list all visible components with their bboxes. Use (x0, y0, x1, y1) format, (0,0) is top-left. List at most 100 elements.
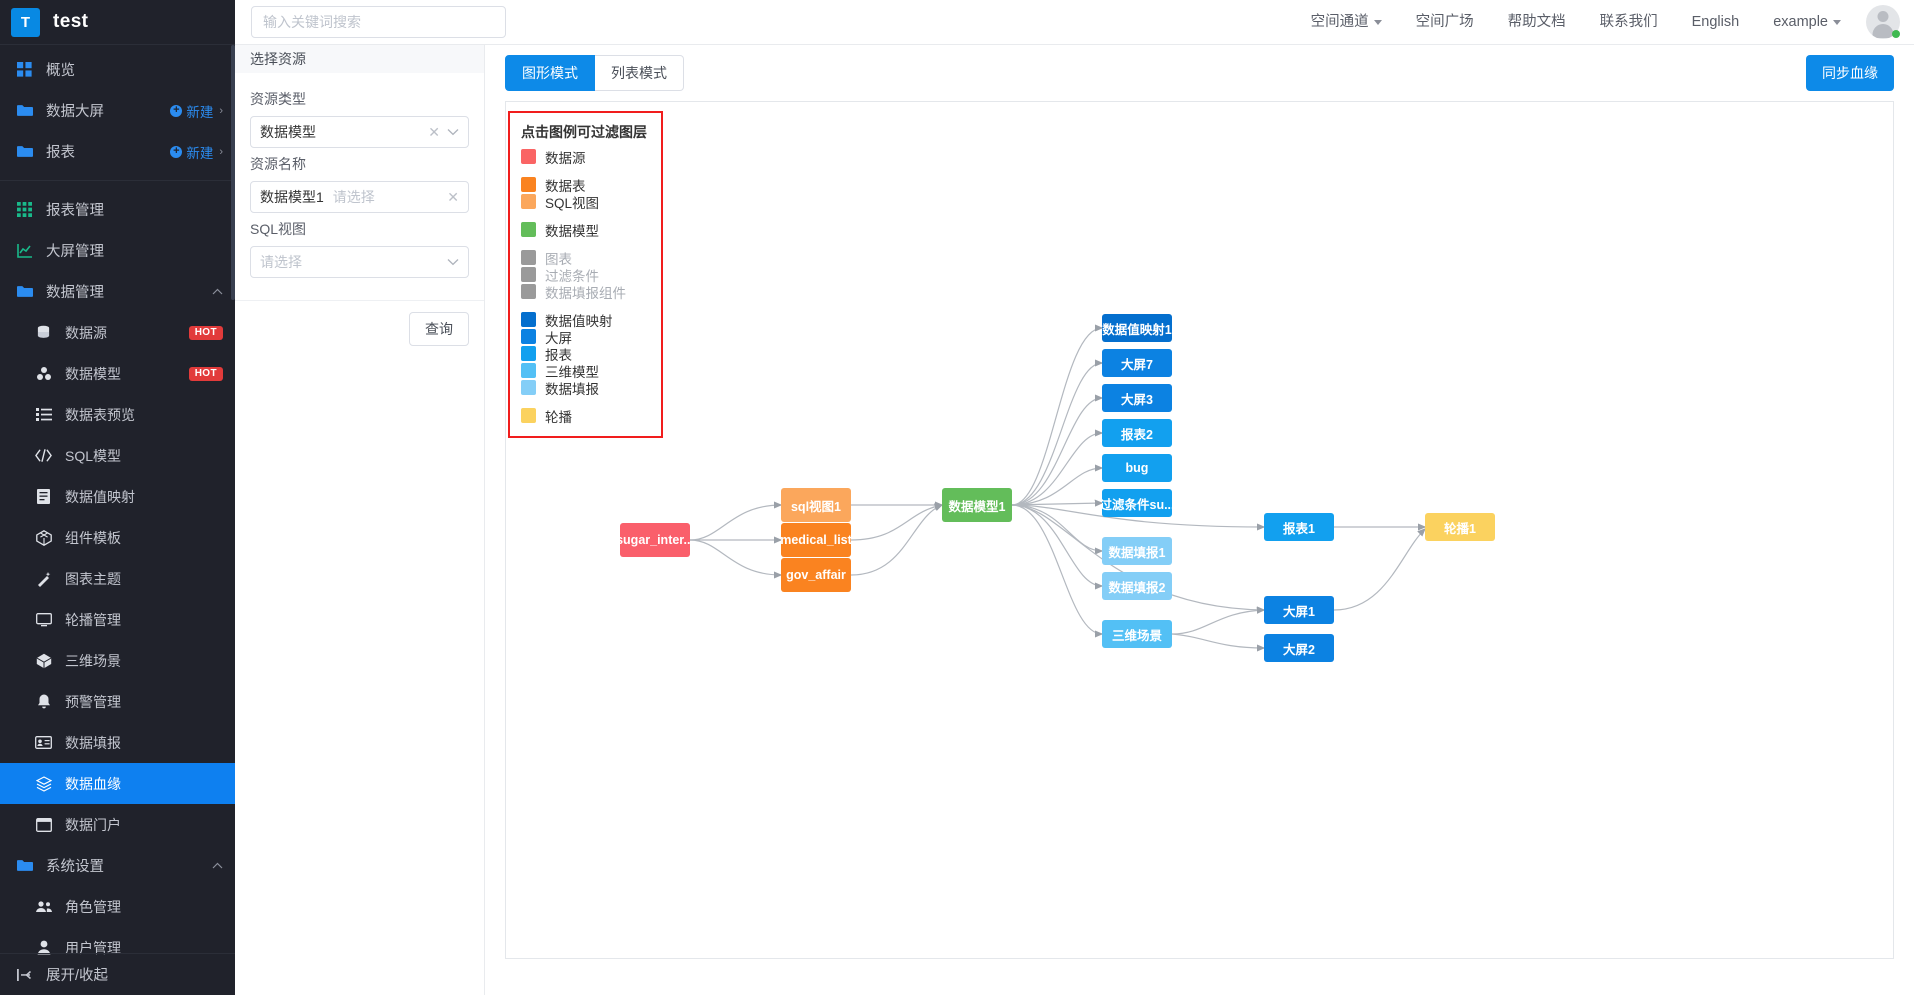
plus-icon: + (170, 145, 183, 158)
graph-node[interactable]: gov_affair (781, 558, 851, 592)
sql-view-select[interactable]: 请选择 (250, 246, 469, 278)
topnav-item-help-docs[interactable]: 帮助文档 (1491, 0, 1583, 45)
legend-row[interactable]: 数据源 (521, 148, 650, 166)
filter-panel: 选择资源 资源类型 数据模型 ✕ 资源名称 数据模型1 请选择 ✕ SQL视图 … (235, 45, 485, 995)
legend-row[interactable]: 数据模型 (521, 221, 650, 239)
brand[interactable]: T test (0, 0, 235, 45)
graph-node[interactable]: 数据模型1 (942, 488, 1012, 522)
legend-row[interactable]: 大屏 (521, 328, 650, 346)
main-content: 图形模式 列表模式 同步血缘 sugar_inter... sql视图1medic… (485, 45, 1914, 995)
legend-swatch (521, 329, 536, 344)
graph-node[interactable]: medical_list (781, 523, 851, 557)
topnav-item-language[interactable]: English (1675, 0, 1757, 45)
graph-edge (1011, 504, 1104, 590)
graph-node[interactable]: bug (1102, 454, 1172, 482)
legend-row[interactable]: 报表 (521, 345, 650, 363)
graph-node[interactable]: 报表2 (1102, 419, 1172, 447)
cube-icon (33, 529, 54, 547)
graph-edge (1011, 324, 1104, 506)
query-button[interactable]: 查询 (409, 312, 469, 346)
graph-node[interactable]: 过滤条件su... (1102, 489, 1172, 517)
resource-name-value: 数据模型1 (260, 189, 324, 205)
legend-row[interactable]: 数据填报 (521, 379, 650, 397)
clear-icon[interactable]: ✕ (447, 189, 459, 206)
window-icon (33, 816, 54, 834)
legend-title: 点击图例可过滤图层 (521, 124, 647, 140)
topnav-label: example (1773, 13, 1828, 30)
resource-type-value: 数据模型 (260, 124, 316, 140)
sidebar-collapse-toggle[interactable]: 展开/收起 (0, 954, 235, 995)
legend-row[interactable]: 三维模型 (521, 362, 650, 380)
resource-name-select[interactable]: 数据模型1 请选择 ✕ (250, 181, 469, 213)
legend-label: 数据填报组件 (545, 285, 626, 301)
sidebar-item-datasource[interactable]: 数据源 HOT (0, 312, 235, 353)
legend-body: 数据源数据表 SQL视图数据模型图表 过滤条件 数据填报组件数据值映射 大屏 报表 三维模型… (521, 148, 650, 425)
resource-type-select[interactable]: 数据模型 ✕ (250, 116, 469, 148)
new-data-screen-button[interactable]: + 新建 (170, 101, 213, 121)
sidebar-item-sql-model[interactable]: SQL模型 (0, 435, 235, 476)
tab-list-mode[interactable]: 列表模式 (595, 55, 684, 91)
grid-icon (14, 61, 35, 79)
new-label: 新建 (186, 145, 214, 161)
new-report-button[interactable]: + 新建 (170, 142, 213, 162)
legend-row[interactable]: SQL视图 (521, 193, 650, 211)
sidebar-item-data-model[interactable]: 数据模型 HOT (0, 353, 235, 394)
graph-node[interactable]: 数据填报1 (1102, 537, 1172, 565)
topnav-label: English (1691, 13, 1740, 30)
sidebar-item-chart-theme[interactable]: 图表主题 (0, 558, 235, 599)
sync-lineage-button[interactable]: 同步血缘 (1806, 55, 1894, 91)
sidebar-item-role-management[interactable]: 角色管理 (0, 886, 235, 927)
folder-icon (14, 283, 35, 301)
sidebar-item-screen-management[interactable]: 大屏管理 (0, 230, 235, 271)
graph-node[interactable]: 轮播1 (1425, 513, 1495, 541)
topnav-item-space-square[interactable]: 空间广场 (1399, 0, 1491, 45)
graph-node[interactable]: sugar_inter... (620, 523, 690, 557)
topnav-item-contact-us[interactable]: 联系我们 (1583, 0, 1675, 45)
legend-row[interactable]: 数据表 (521, 176, 650, 194)
sidebar-item-data-screen[interactable]: 数据大屏 + 新建 › (0, 90, 235, 131)
sidebar-item-label: 数据血缘 (65, 775, 121, 792)
sidebar-item-label: 角色管理 (65, 898, 121, 915)
avatar[interactable] (1866, 5, 1900, 39)
legend-swatch (521, 408, 536, 423)
sidebar-item-alert-management[interactable]: 预警管理 (0, 681, 235, 722)
graph-node[interactable]: 大屏1 (1264, 596, 1334, 624)
sidebar-item-data-entry[interactable]: 数据填报 (0, 722, 235, 763)
sidebar-item-data-management[interactable]: 数据管理 (0, 271, 235, 312)
graph-node[interactable]: 大屏2 (1264, 634, 1334, 662)
legend-swatch (521, 177, 536, 192)
graph-node[interactable]: 大屏7 (1102, 349, 1172, 377)
tab-graph-mode[interactable]: 图形模式 (505, 55, 595, 91)
legend-row[interactable]: 过滤条件 (521, 266, 650, 284)
brand-title: test (53, 11, 89, 32)
sidebar-item-data-lineage[interactable]: 数据血缘 (0, 763, 235, 804)
sidebar-item-label: 图表主题 (65, 570, 121, 587)
graph-node[interactable]: 数据值映射1 (1102, 314, 1172, 342)
clear-icon[interactable]: ✕ (428, 124, 440, 141)
sidebar-item-report-management[interactable]: 报表管理 (0, 189, 235, 230)
legend-row[interactable]: 图表 (521, 249, 650, 267)
search-input[interactable]: 输入关键词搜索 (251, 6, 506, 38)
graph-edges (689, 324, 1427, 652)
graph-node[interactable]: 数据填报2 (1102, 572, 1172, 600)
sidebar-item-value-mapping[interactable]: 数据值映射 (0, 476, 235, 517)
sidebar-item-data-portal[interactable]: 数据门户 (0, 804, 235, 845)
graph-node[interactable]: sql视图1 (781, 488, 851, 522)
lineage-graph-canvas[interactable]: sugar_inter... sql视图1medical_listgov_affa… (505, 101, 1894, 959)
graph-node[interactable]: 三维场景 (1102, 620, 1172, 648)
sql-view-placeholder: 请选择 (260, 254, 302, 270)
graph-node[interactable]: 报表1 (1264, 513, 1334, 541)
sidebar-item-carousel-management[interactable]: 轮播管理 (0, 599, 235, 640)
sidebar-item-table-preview[interactable]: 数据表预览 (0, 394, 235, 435)
sidebar-item-system-settings[interactable]: 系统设置 (0, 845, 235, 886)
sidebar-item-component-template[interactable]: 组件模板 (0, 517, 235, 558)
sidebar-item-overview[interactable]: 概览 (0, 49, 235, 90)
legend-row[interactable]: 数据值映射 (521, 311, 650, 329)
sidebar-item-report[interactable]: 报表 + 新建 › (0, 131, 235, 172)
topnav-item-space-channel[interactable]: 空间通道 (1294, 0, 1399, 45)
legend-row[interactable]: 轮播 (521, 407, 650, 425)
sidebar-item-3d-scene[interactable]: 三维场景 (0, 640, 235, 681)
topnav-item-account[interactable]: example (1756, 0, 1858, 45)
legend-row[interactable]: 数据填报组件 (521, 283, 650, 301)
graph-node[interactable]: 大屏3 (1102, 384, 1172, 412)
